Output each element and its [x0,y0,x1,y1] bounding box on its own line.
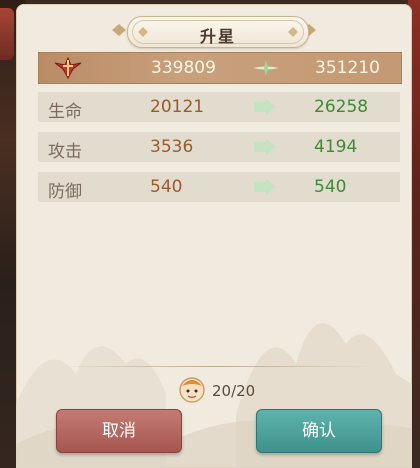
stat-label: 生命 [48,102,82,122]
divider [60,366,372,367]
side-tab [0,8,14,60]
upgrade-star-dialog: 升星 339809 351210 生命 20121 26258 攻击 3536 … [16,4,412,468]
arrow-right-icon [254,179,276,195]
stat-old-value: 20121 [150,97,205,117]
stat-new-value: 4194 [314,137,358,157]
stat-label: 攻击 [48,142,82,162]
stat-new-value: 26258 [314,97,369,117]
stat-old-value: 540 [150,177,183,197]
stat-row-attack: 攻击 3536 4194 [38,132,400,162]
stat-row-hp: 生命 20121 26258 [38,92,400,122]
sparkle-arrow-icon [253,60,279,76]
material-count: 20/20 [212,382,256,400]
arrow-right-icon [254,139,276,155]
stat-row-defense: 防御 540 540 [38,172,400,202]
confirm-button[interactable]: 确认 [256,409,382,453]
stat-new-value: 540 [314,177,347,197]
arrow-right-icon [254,99,276,115]
power-old-value: 339809 [151,58,216,78]
dialog-title: 升星 [199,27,236,46]
hero-avatar-icon [179,377,205,403]
power-new-value: 351210 [315,58,380,78]
title-ornament-left [112,24,126,36]
power-sword-icon [54,57,82,79]
stat-old-value: 3536 [150,137,194,157]
confirm-button-label: 确认 [302,421,336,441]
stat-row-power: 339809 351210 [38,52,402,84]
cancel-button[interactable]: 取消 [56,409,182,453]
stat-label: 防御 [48,182,82,202]
cancel-button-label: 取消 [102,421,136,441]
title-plate: 升星 [127,16,309,48]
